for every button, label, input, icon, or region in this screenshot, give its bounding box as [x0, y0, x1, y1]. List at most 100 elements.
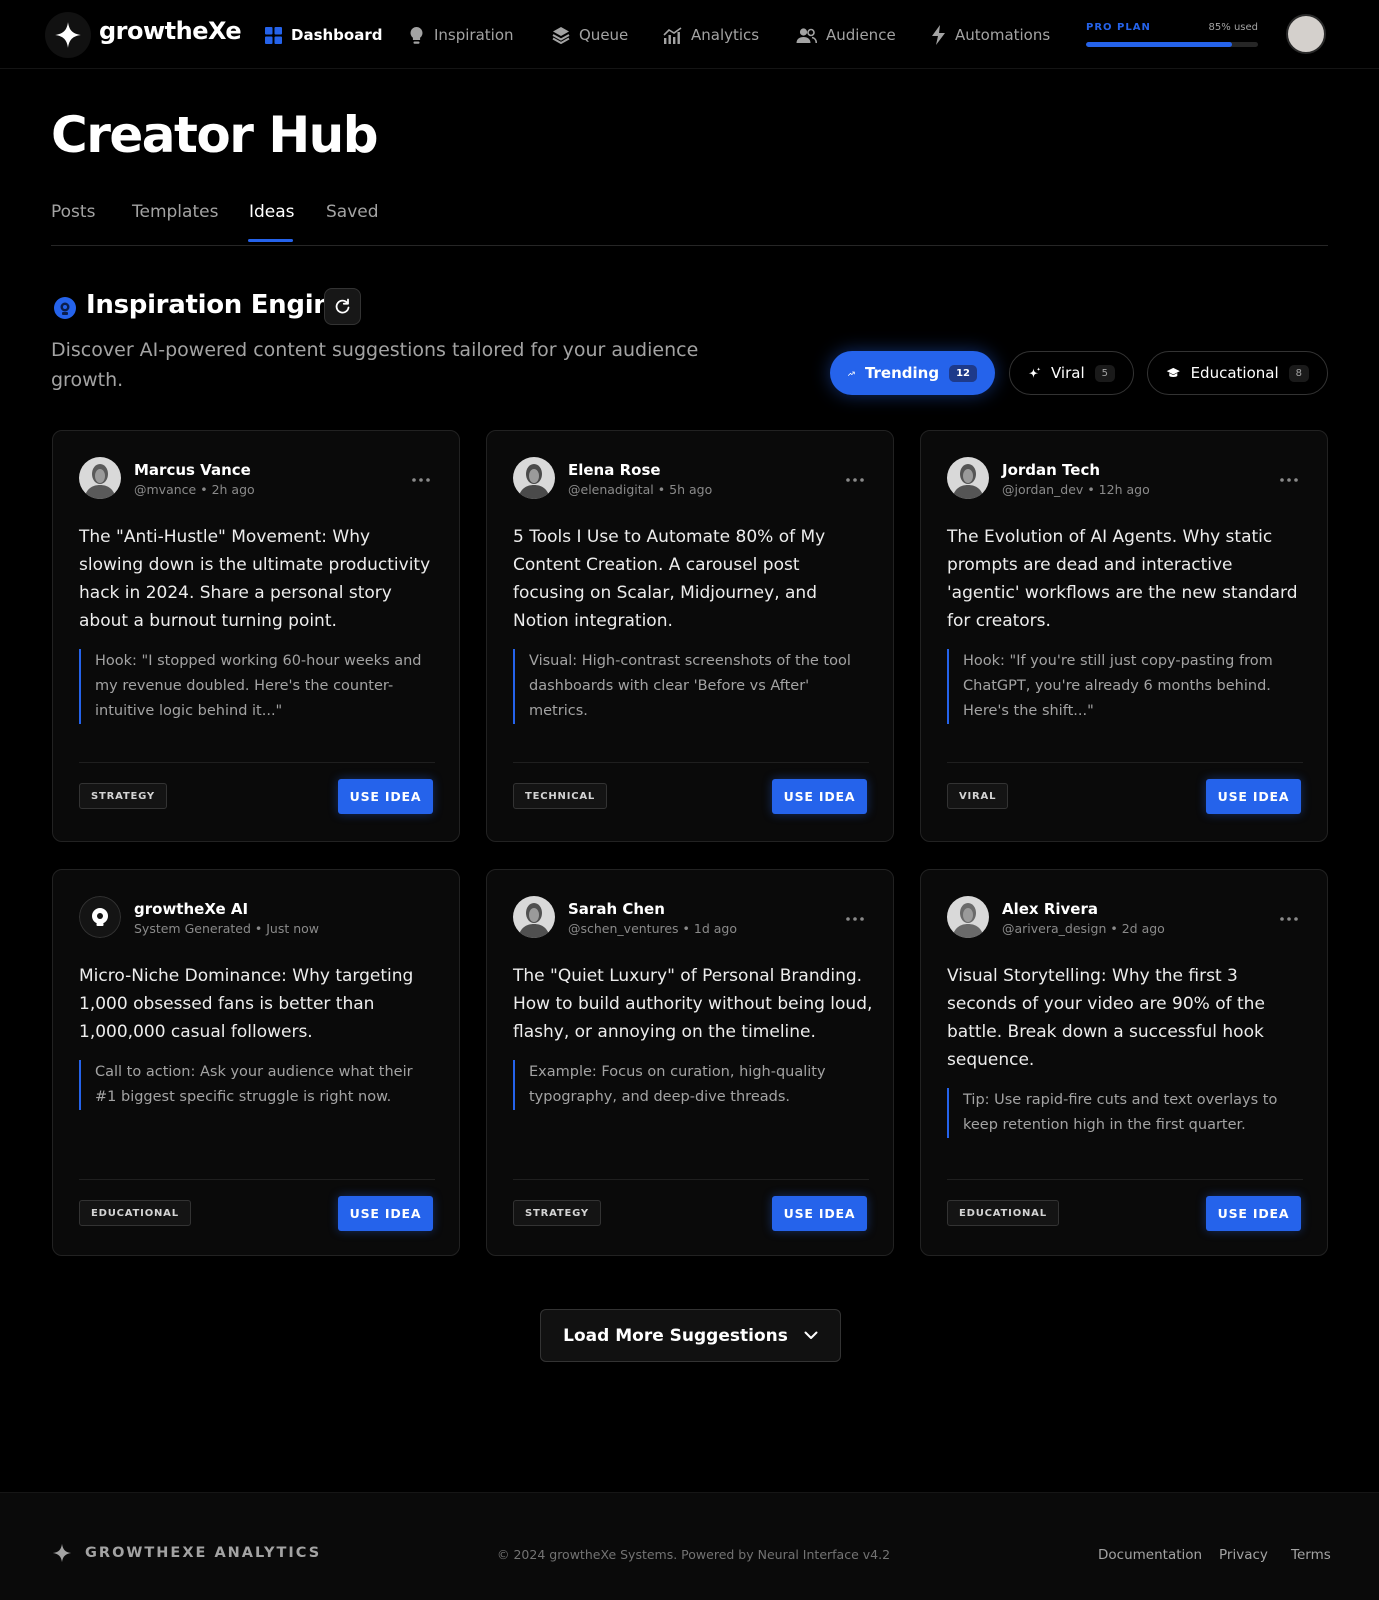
footer-logo: GROWTHEXE ANALYTICS: [52, 1543, 321, 1563]
use-idea-button[interactable]: USE IDEA: [772, 1196, 867, 1231]
filter-educational[interactable]: Educational 8: [1147, 351, 1328, 395]
load-more-button[interactable]: Load More Suggestions: [540, 1309, 841, 1362]
idea-hint: Call to action: Ask your audience what t…: [79, 1060, 437, 1110]
filter-viral[interactable]: Viral 5: [1009, 351, 1134, 395]
author-avatar[interactable]: [947, 457, 989, 499]
active-tab-indicator: [248, 239, 293, 242]
author-name[interactable]: Jordan Tech: [1002, 461, 1100, 479]
card-divider: [79, 1179, 435, 1180]
page-title: Creator Hub: [51, 106, 379, 164]
idea-card: Elena Rose @elenadigital • 5h ago 5 Tools …: [486, 430, 894, 842]
layers-icon: [552, 27, 570, 44]
graduation-cap-icon: [1166, 367, 1180, 378]
dashboard-grid-icon: [265, 26, 282, 44]
filter-label: Viral: [1050, 364, 1085, 382]
author-name[interactable]: Marcus Vance: [134, 461, 251, 479]
post-time: 1d ago: [693, 921, 738, 936]
use-idea-button[interactable]: USE IDEA: [1206, 1196, 1301, 1231]
author-meta: System Generated • Just now: [134, 921, 319, 936]
author-avatar[interactable]: [79, 896, 121, 938]
top-navigation: growtheXe Dashboard Inspiration Queue An…: [0, 0, 1379, 69]
brand-name[interactable]: growtheXe: [99, 17, 242, 45]
use-idea-button[interactable]: USE IDEA: [338, 1196, 433, 1231]
use-idea-button[interactable]: USE IDEA: [772, 779, 867, 814]
plan-label: PRO PLAN: [1086, 22, 1151, 33]
idea-text: The "Quiet Luxury" of Personal Branding.…: [513, 966, 873, 1042]
tab-saved[interactable]: Saved: [326, 202, 379, 222]
author-name[interactable]: growtheXe AI: [134, 900, 248, 918]
author-meta: @elenadigital • 5h ago: [568, 482, 712, 497]
refresh-icon: [335, 298, 350, 314]
section-description: Discover AI-powered content suggestions …: [51, 339, 699, 391]
lightning-icon: [932, 25, 945, 45]
more-options-icon[interactable]: [846, 467, 864, 486]
author-name[interactable]: Sarah Chen: [568, 900, 665, 918]
nav-item-dashboard[interactable]: Dashboard: [265, 22, 382, 48]
post-time: 2h ago: [211, 482, 255, 497]
meta-separator: •: [1083, 482, 1099, 497]
user-avatar[interactable]: [1286, 14, 1326, 54]
author-handle: @schen_ventures: [568, 921, 679, 936]
idea-card: Alex Rivera @arivera_design • 2d ago Visua…: [920, 869, 1328, 1256]
filter-count: 5: [1094, 364, 1115, 382]
more-options-icon[interactable]: [412, 467, 430, 486]
tab-templates[interactable]: Templates: [132, 202, 218, 222]
card-divider: [79, 762, 435, 763]
nav-item-queue[interactable]: Queue: [552, 22, 628, 48]
tab-ideas[interactable]: Ideas: [249, 202, 295, 222]
footer-link-privacy[interactable]: Privacy: [1219, 1547, 1268, 1563]
nav-item-audience[interactable]: Audience: [796, 22, 896, 48]
nav-item-analytics[interactable]: Analytics: [663, 22, 759, 48]
filter-trending[interactable]: Trending 12: [830, 351, 995, 395]
chevron-down-icon: [804, 1331, 818, 1339]
section-title: Inspiration Engine: [86, 290, 349, 320]
author-handle: @mvance: [134, 482, 197, 497]
more-options-icon[interactable]: [846, 906, 864, 925]
nav-item-label: Queue: [579, 26, 629, 44]
sparkle-icon: [52, 1543, 72, 1563]
idea-hint: Example: Focus on curation, high-quality…: [513, 1060, 871, 1110]
filter-count: 12: [949, 364, 977, 382]
idea-text: The "Anti-Hustle" Movement: Why slowing …: [79, 527, 431, 631]
card-divider: [947, 762, 1303, 763]
logo-sparkle-icon[interactable]: [45, 12, 91, 58]
nav-item-label: Audience: [826, 26, 896, 44]
author-handle: @jordan_dev: [1002, 482, 1084, 497]
more-options-icon[interactable]: [1280, 906, 1298, 925]
idea-hint: Visual: High-contrast screenshots of the…: [513, 649, 871, 724]
footer-link-terms[interactable]: Terms: [1291, 1547, 1331, 1563]
idea-hint: Hook: "I stopped working 60-hour weeks a…: [79, 649, 437, 724]
tab-posts[interactable]: Posts: [51, 202, 95, 222]
idea-text: Micro-Niche Dominance: Why targeting 1,0…: [79, 966, 414, 1042]
nav-item-label: Automations: [955, 26, 1051, 44]
plan-usage-bar: [1086, 42, 1258, 47]
category-tag: STRATEGY: [513, 1200, 601, 1226]
card-divider: [513, 762, 869, 763]
category-tag: VIRAL: [947, 783, 1009, 809]
nav-item-automations[interactable]: Automations: [931, 22, 1050, 48]
use-idea-button[interactable]: USE IDEA: [338, 779, 433, 814]
more-options-icon[interactable]: [1280, 467, 1298, 486]
idea-card: Jordan Tech @jordan_dev • 12h ago The Evol…: [920, 430, 1328, 842]
author-name[interactable]: Alex Rivera: [1002, 900, 1098, 918]
author-avatar[interactable]: [947, 896, 989, 938]
meta-separator: •: [250, 921, 267, 936]
author-meta: @arivera_design • 2d ago: [1002, 921, 1165, 936]
nav-item-inspiration[interactable]: Inspiration: [408, 22, 514, 48]
category-tag: STRATEGY: [79, 783, 167, 809]
author-avatar[interactable]: [79, 457, 121, 499]
meta-separator: •: [678, 921, 694, 936]
post-time: Just now: [266, 921, 320, 936]
filter-count: 8: [1288, 364, 1309, 382]
lightbulb-icon: [410, 26, 423, 44]
refresh-button[interactable]: [324, 288, 361, 325]
idea-card: Sarah Chen @schen_ventures • 1d ago The "Q…: [486, 869, 894, 1256]
footer-link-documentation[interactable]: Documentation: [1098, 1547, 1202, 1563]
card-divider: [513, 1179, 869, 1180]
author-name[interactable]: Elena Rose: [568, 461, 661, 479]
author-avatar[interactable]: [513, 457, 555, 499]
meta-separator: •: [653, 482, 670, 497]
author-avatar[interactable]: [513, 896, 555, 938]
use-idea-button[interactable]: USE IDEA: [1206, 779, 1301, 814]
sparkles-icon: [1028, 366, 1041, 378]
